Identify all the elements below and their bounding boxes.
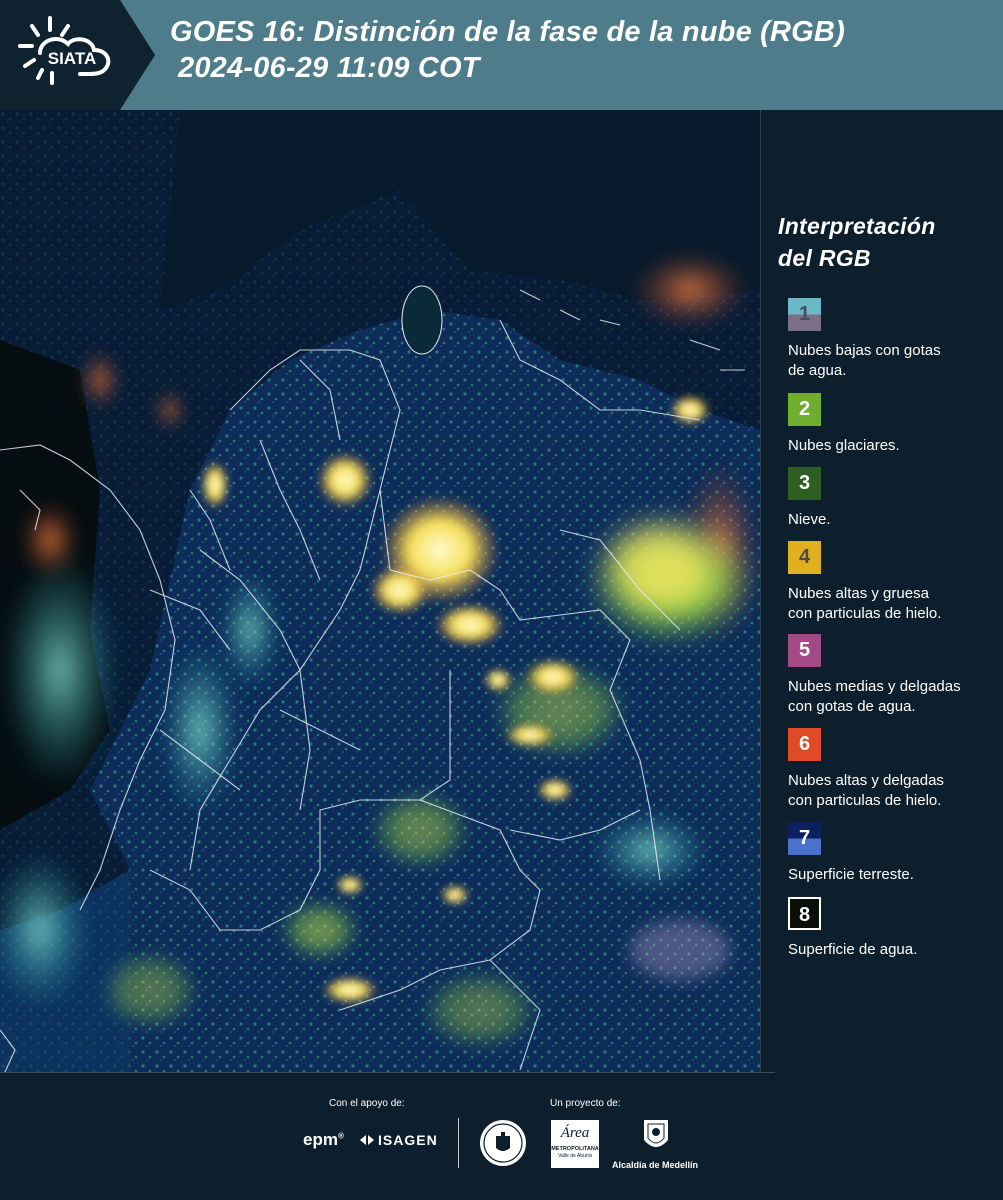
legend-label-line-1: Nubes medias y delgadas (788, 678, 961, 695)
legend-swatch-number: 4 (798, 546, 811, 568)
title-line-2: 2024-06-29 11:09 COT (178, 52, 480, 84)
legend-label: Nubes bajas con gotas de agua. (788, 341, 941, 381)
rgb-composite-map (0, 110, 760, 1072)
page-title: GOES 16: Distinción de la fase de la nub… (170, 14, 845, 86)
legend-label-line-2: de agua. (788, 362, 847, 379)
legend-label: Nubes altas y delgadas con particulas de … (788, 771, 944, 811)
legend-label-line-1: Nubes altas y gruesa (788, 585, 929, 602)
legend-label: Nubes medias y delgadas con gotas de agua… (788, 677, 961, 717)
legend-label-line-1: Nubes glaciares. (788, 437, 900, 454)
legend-label: Nubes glaciares. (788, 436, 900, 456)
legend-label: Nubes altas y gruesa con particulas de hi… (788, 584, 941, 624)
area-logo-line-3: Valle de Aburrá (558, 1153, 592, 1159)
lake-maracaibo (401, 285, 443, 355)
legend-label-line-1: Superficie terreste. (788, 866, 914, 883)
legend-swatch-number: 8 (798, 904, 811, 926)
alcaldia-shield-icon (644, 1120, 668, 1147)
project-label: Un proyecto de: (550, 1098, 621, 1109)
legend-item-3: 3 Nieve. (778, 467, 831, 530)
legend-label-line-2: con particulas de hielo. (788, 792, 942, 809)
legend-swatch-number: 5 (798, 639, 811, 661)
legend-item-5: 5 Nubes medias y delgadas con gotas de agu… (778, 634, 961, 717)
legend-label-line-1: Nieve. (788, 511, 831, 528)
legend-item-6: 6 Nubes altas y delgadas con particulas de… (778, 728, 944, 811)
isagen-text: ISAGEN (378, 1132, 438, 1148)
alcaldia-text: Alcaldía de Medellín (612, 1160, 699, 1170)
header-bar: SIATA GOES 16: Distinción de la fase de … (0, 0, 1003, 110)
legend-title-line-1: Interpretación (778, 213, 936, 239)
legend-swatch-number: 1 (798, 303, 811, 325)
medellin-seal-icon (480, 1120, 526, 1166)
legend-label-line-1: Nubes altas y delgadas (788, 772, 944, 789)
legend-label-line-2: con particulas de hielo. (788, 605, 942, 622)
title-line-1: GOES 16: Distinción de la fase de la nub… (170, 16, 845, 48)
area-logo-line-2: METROPOLITANA (551, 1146, 599, 1152)
support-label: Con el apoyo de: (329, 1098, 405, 1109)
legend-swatch-7: 7 (788, 822, 821, 855)
legend-swatch-8: 8 (788, 897, 821, 930)
legend-item-1: 1 Nubes bajas con gotas de agua. (778, 298, 941, 381)
legend-swatch-3: 3 (788, 467, 821, 500)
legend-swatch-number: 3 (798, 472, 811, 494)
footer-divider (458, 1118, 459, 1168)
legend-label-line-2: con gotas de agua. (788, 698, 916, 715)
legend-swatch-number: 2 (798, 398, 811, 420)
legend-label: Superficie de agua. (788, 940, 917, 960)
legend-swatch-6: 6 (788, 728, 821, 761)
legend-swatch-2: 2 (788, 393, 821, 426)
legend-item-8: 8 Superficie de agua. (778, 897, 917, 960)
legend-swatch-4: 4 (788, 541, 821, 574)
legend-swatch-number: 7 (798, 827, 811, 849)
isagen-logo: ISAGEN (358, 1132, 438, 1148)
area-metropolitana-logo: Área METROPOLITANA Valle de Aburrá (551, 1120, 599, 1168)
legend-swatch-number: 6 (798, 733, 811, 755)
legend-item-2: 2 Nubes glaciares. (778, 393, 900, 456)
footer-divider-line (0, 1072, 775, 1073)
legend-title-line-2: del RGB (778, 245, 871, 271)
legend-label-line-1: Nubes bajas con gotas (788, 342, 941, 359)
legend-title: Interpretación del RGB (778, 210, 988, 274)
logo-panel: SIATA (0, 0, 155, 110)
siata-logo-icon: SIATA (18, 16, 111, 85)
satellite-image (0, 110, 761, 1072)
legend-swatch-1: 1 (788, 298, 821, 331)
legend-swatch-5: 5 (788, 634, 821, 667)
area-logo-word: Área (560, 1125, 590, 1141)
legend-item-4: 4 Nubes altas y gruesa con particulas de h… (778, 541, 941, 624)
isagen-mark-icon (360, 1135, 374, 1145)
legend-label: Nieve. (788, 510, 831, 530)
logo-text: SIATA (48, 49, 96, 68)
epm-logo: epm® (303, 1130, 344, 1149)
legend-label-line-1: Superficie de agua. (788, 941, 918, 958)
legend-label: Superficie terreste. (788, 865, 914, 885)
legend: Interpretación del RGB 1 Nubes bajas con … (778, 210, 988, 958)
legend-item-7: 7 Superficie terreste. (778, 822, 914, 885)
